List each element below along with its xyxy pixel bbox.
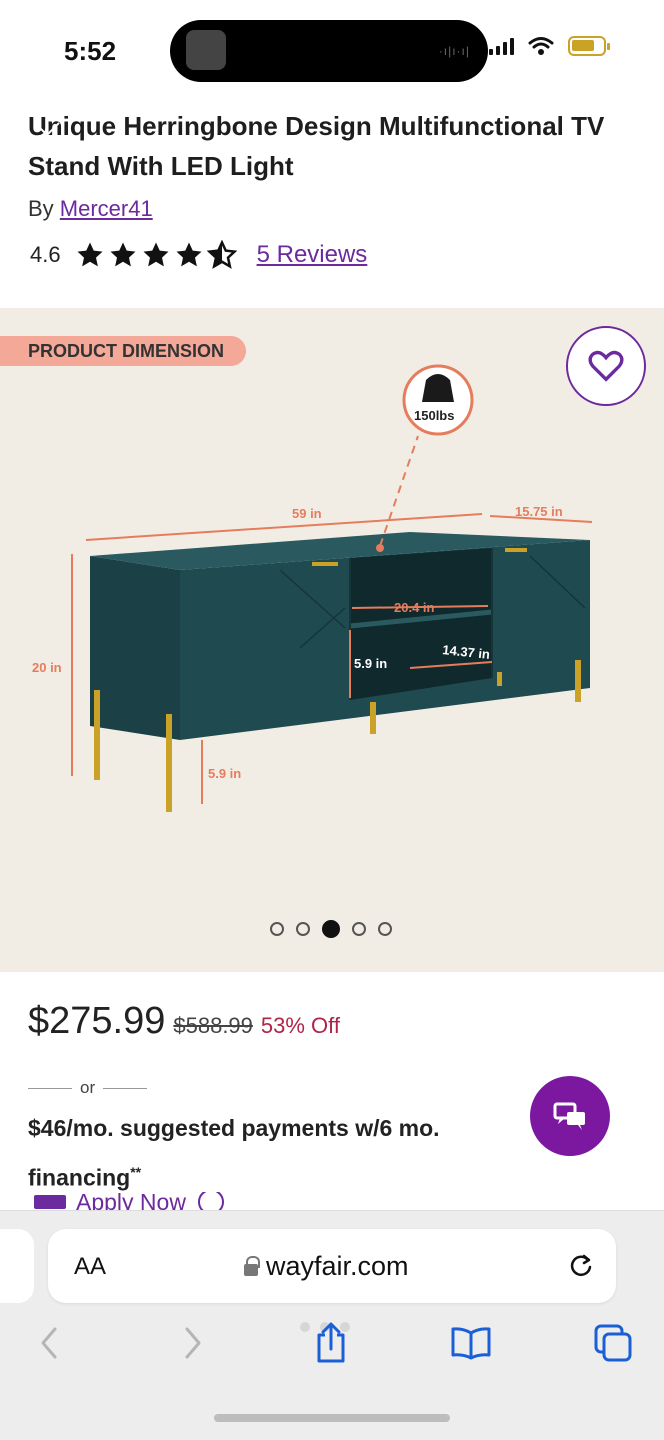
dim-height-label: 20 in bbox=[32, 660, 62, 675]
back-icon bbox=[41, 1327, 57, 1359]
forward-button[interactable] bbox=[168, 1318, 218, 1368]
home-indicator[interactable] bbox=[214, 1414, 450, 1422]
wifi-icon bbox=[528, 37, 554, 55]
back-button[interactable] bbox=[24, 1318, 74, 1368]
carousel-dots[interactable] bbox=[270, 920, 392, 938]
previous-tab-preview[interactable] bbox=[0, 1229, 34, 1303]
price-row: $275.99 $588.99 53% Off bbox=[28, 1000, 340, 1043]
star-icon bbox=[77, 242, 103, 267]
chat-icon bbox=[553, 1102, 585, 1130]
cellular-signal-icon bbox=[489, 37, 514, 55]
card-icon bbox=[34, 1195, 66, 1209]
lock-icon bbox=[244, 1255, 260, 1276]
status-bar: 5:52 ·ı|ı·ı| bbox=[0, 0, 664, 100]
star-icon bbox=[110, 242, 136, 267]
apply-now-link[interactable]: Apply Now bbox=[34, 1192, 226, 1212]
original-price: $588.99 bbox=[173, 1013, 253, 1038]
apply-now-label: Apply Now bbox=[76, 1192, 186, 1212]
reload-icon[interactable] bbox=[566, 1251, 596, 1281]
dim-shelf-height-label: 5.9 in bbox=[354, 656, 387, 671]
dynamic-island[interactable]: ·ı|ı·ı| bbox=[170, 20, 488, 82]
carousel-dot[interactable] bbox=[378, 922, 392, 936]
or-label: or bbox=[80, 1078, 96, 1097]
status-icons bbox=[489, 36, 610, 56]
media-thumbnail bbox=[186, 30, 226, 70]
by-prefix: By bbox=[28, 196, 60, 221]
forward-icon bbox=[185, 1327, 201, 1359]
product-byline: By Mercer41 bbox=[28, 196, 153, 222]
star-icon bbox=[143, 242, 169, 267]
audio-wave-icon: ·ı|ı·ı| bbox=[438, 44, 470, 58]
carousel-dot-active[interactable] bbox=[322, 920, 340, 938]
product-dimension-image: 59 in 15.75 in 20 in 20.4 in 5.9 in 14.3… bbox=[32, 364, 593, 812]
product-title: Unique Herringbone Design Multifunctiona… bbox=[28, 111, 605, 181]
rating-row: 4.6 5 Reviews bbox=[30, 240, 367, 270]
share-button[interactable] bbox=[306, 1318, 356, 1368]
star-rating bbox=[75, 240, 237, 270]
heart-icon bbox=[588, 350, 624, 382]
financing-text: $46/mo. suggested payments w/6 mo. finan… bbox=[28, 1106, 528, 1200]
text-size-button[interactable]: AA bbox=[74, 1253, 106, 1281]
carousel-dot[interactable] bbox=[296, 922, 310, 936]
tabs-button[interactable] bbox=[588, 1318, 638, 1368]
star-icon bbox=[176, 242, 202, 267]
dim-depth-label: 15.75 in bbox=[515, 504, 563, 519]
rating-value: 4.6 bbox=[30, 242, 61, 267]
bookmarks-icon bbox=[451, 1327, 491, 1360]
dim-leg-height-label: 5.9 in bbox=[208, 766, 241, 781]
bookmarks-button[interactable] bbox=[446, 1318, 496, 1368]
close-icon[interactable] bbox=[30, 118, 64, 152]
or-divider: or bbox=[28, 1078, 148, 1098]
dim-width-label: 59 in bbox=[292, 506, 322, 521]
brand-link[interactable]: Mercer41 bbox=[60, 196, 153, 221]
financing-footnote-mark: ** bbox=[130, 1164, 142, 1180]
wishlist-button[interactable] bbox=[566, 326, 646, 406]
share-icon bbox=[317, 1322, 345, 1363]
carousel-dot[interactable] bbox=[270, 922, 284, 936]
product-image-carousel[interactable]: 59 in 15.75 in 20 in 20.4 in 5.9 in 14.3… bbox=[0, 308, 664, 972]
discount-label: 53% Off bbox=[260, 1013, 340, 1038]
sale-price: $275.99 bbox=[28, 1000, 166, 1042]
info-icon[interactable] bbox=[196, 1192, 226, 1212]
battery-icon bbox=[568, 36, 610, 56]
url-display[interactable]: wayfair.com bbox=[244, 1251, 409, 1282]
product-dimension-badge: PRODUCT DIMENSION bbox=[0, 336, 247, 366]
tabs-icon bbox=[594, 1324, 632, 1362]
url-text: wayfair.com bbox=[266, 1251, 409, 1281]
status-time: 5:52 bbox=[64, 36, 117, 66]
address-bar[interactable]: AA wayfair.com bbox=[48, 1229, 616, 1303]
chat-button[interactable] bbox=[530, 1076, 610, 1156]
half-star-icon bbox=[206, 240, 237, 269]
carousel-dot[interactable] bbox=[352, 922, 366, 936]
weight-label: 150lbs bbox=[414, 408, 454, 423]
financing-copy: $46/mo. suggested payments w/6 mo. finan… bbox=[28, 1115, 440, 1191]
dim-shelf-width-label: 20.4 in bbox=[394, 600, 435, 615]
reviews-link[interactable]: 5 Reviews bbox=[257, 241, 368, 269]
